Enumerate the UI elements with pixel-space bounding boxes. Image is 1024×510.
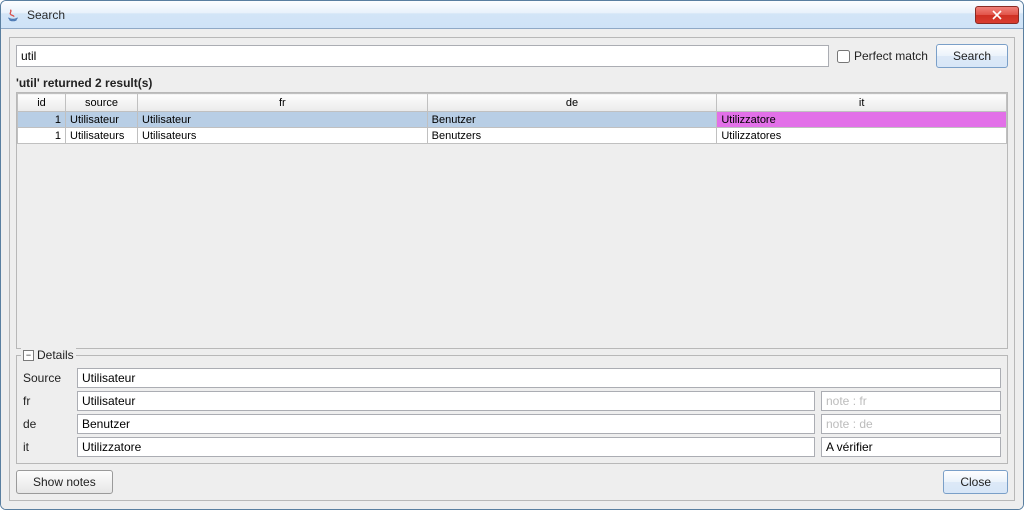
col-header-it[interactable]: it: [717, 94, 1007, 112]
label-fr: fr: [23, 394, 71, 408]
search-row: Perfect match Search: [16, 44, 1008, 68]
app-window: Search Perfect match Search 'util' retur…: [0, 0, 1024, 510]
window-close-button[interactable]: [975, 6, 1019, 24]
cell-it: Utilizzatore: [717, 112, 1007, 128]
col-header-de[interactable]: de: [427, 94, 717, 112]
table-row[interactable]: 1UtilisateurUtilisateurBenutzerUtilizzat…: [18, 112, 1007, 128]
client-area: Perfect match Search 'util' returned 2 r…: [1, 29, 1023, 509]
perfect-match-box[interactable]: [837, 50, 850, 63]
search-input[interactable]: [16, 45, 829, 67]
note-it[interactable]: [821, 437, 1001, 457]
cell-source: Utilisateur: [66, 112, 138, 128]
details-grid: Source fr de it: [23, 368, 1001, 457]
label-it: it: [23, 440, 71, 454]
cell-de: Benutzers: [427, 128, 717, 144]
results-status: 'util' returned 2 result(s): [16, 76, 1008, 90]
close-button[interactable]: Close: [943, 470, 1008, 494]
cell-source: Utilisateurs: [66, 128, 138, 144]
bottom-row: Show notes Close: [16, 470, 1008, 494]
table-header-row: id source fr de it: [18, 94, 1007, 112]
note-fr[interactable]: [821, 391, 1001, 411]
cell-fr: Utilisateur: [138, 112, 428, 128]
show-notes-button[interactable]: Show notes: [16, 470, 113, 494]
details-title: Details: [37, 348, 74, 362]
results-table-container: id source fr de it 1UtilisateurUtilisate…: [16, 92, 1008, 349]
label-de: de: [23, 417, 71, 431]
close-icon: [992, 10, 1002, 20]
cell-de: Benutzer: [427, 112, 717, 128]
note-de[interactable]: [821, 414, 1001, 434]
details-collapse-toggle[interactable]: −: [23, 350, 34, 361]
col-header-fr[interactable]: fr: [138, 94, 428, 112]
cell-id: 1: [18, 112, 66, 128]
details-header: − Details: [21, 348, 76, 362]
cell-id: 1: [18, 128, 66, 144]
field-source[interactable]: [77, 368, 1001, 388]
cell-it: Utilizzatores: [717, 128, 1007, 144]
main-panel: Perfect match Search 'util' returned 2 r…: [9, 37, 1015, 501]
field-fr[interactable]: [77, 391, 815, 411]
java-icon: [5, 7, 21, 23]
window-title: Search: [27, 8, 65, 22]
results-table: id source fr de it 1UtilisateurUtilisate…: [17, 93, 1007, 144]
cell-fr: Utilisateurs: [138, 128, 428, 144]
details-panel: − Details Source fr de it: [16, 355, 1008, 464]
perfect-match-checkbox[interactable]: Perfect match: [837, 49, 928, 63]
field-de[interactable]: [77, 414, 815, 434]
col-header-id[interactable]: id: [18, 94, 66, 112]
titlebar: Search: [1, 1, 1023, 29]
perfect-match-label: Perfect match: [854, 49, 928, 63]
field-it[interactable]: [77, 437, 815, 457]
table-row[interactable]: 1UtilisateursUtilisateursBenutzersUtiliz…: [18, 128, 1007, 144]
search-button[interactable]: Search: [936, 44, 1008, 68]
col-header-source[interactable]: source: [66, 94, 138, 112]
label-source: Source: [23, 371, 71, 385]
